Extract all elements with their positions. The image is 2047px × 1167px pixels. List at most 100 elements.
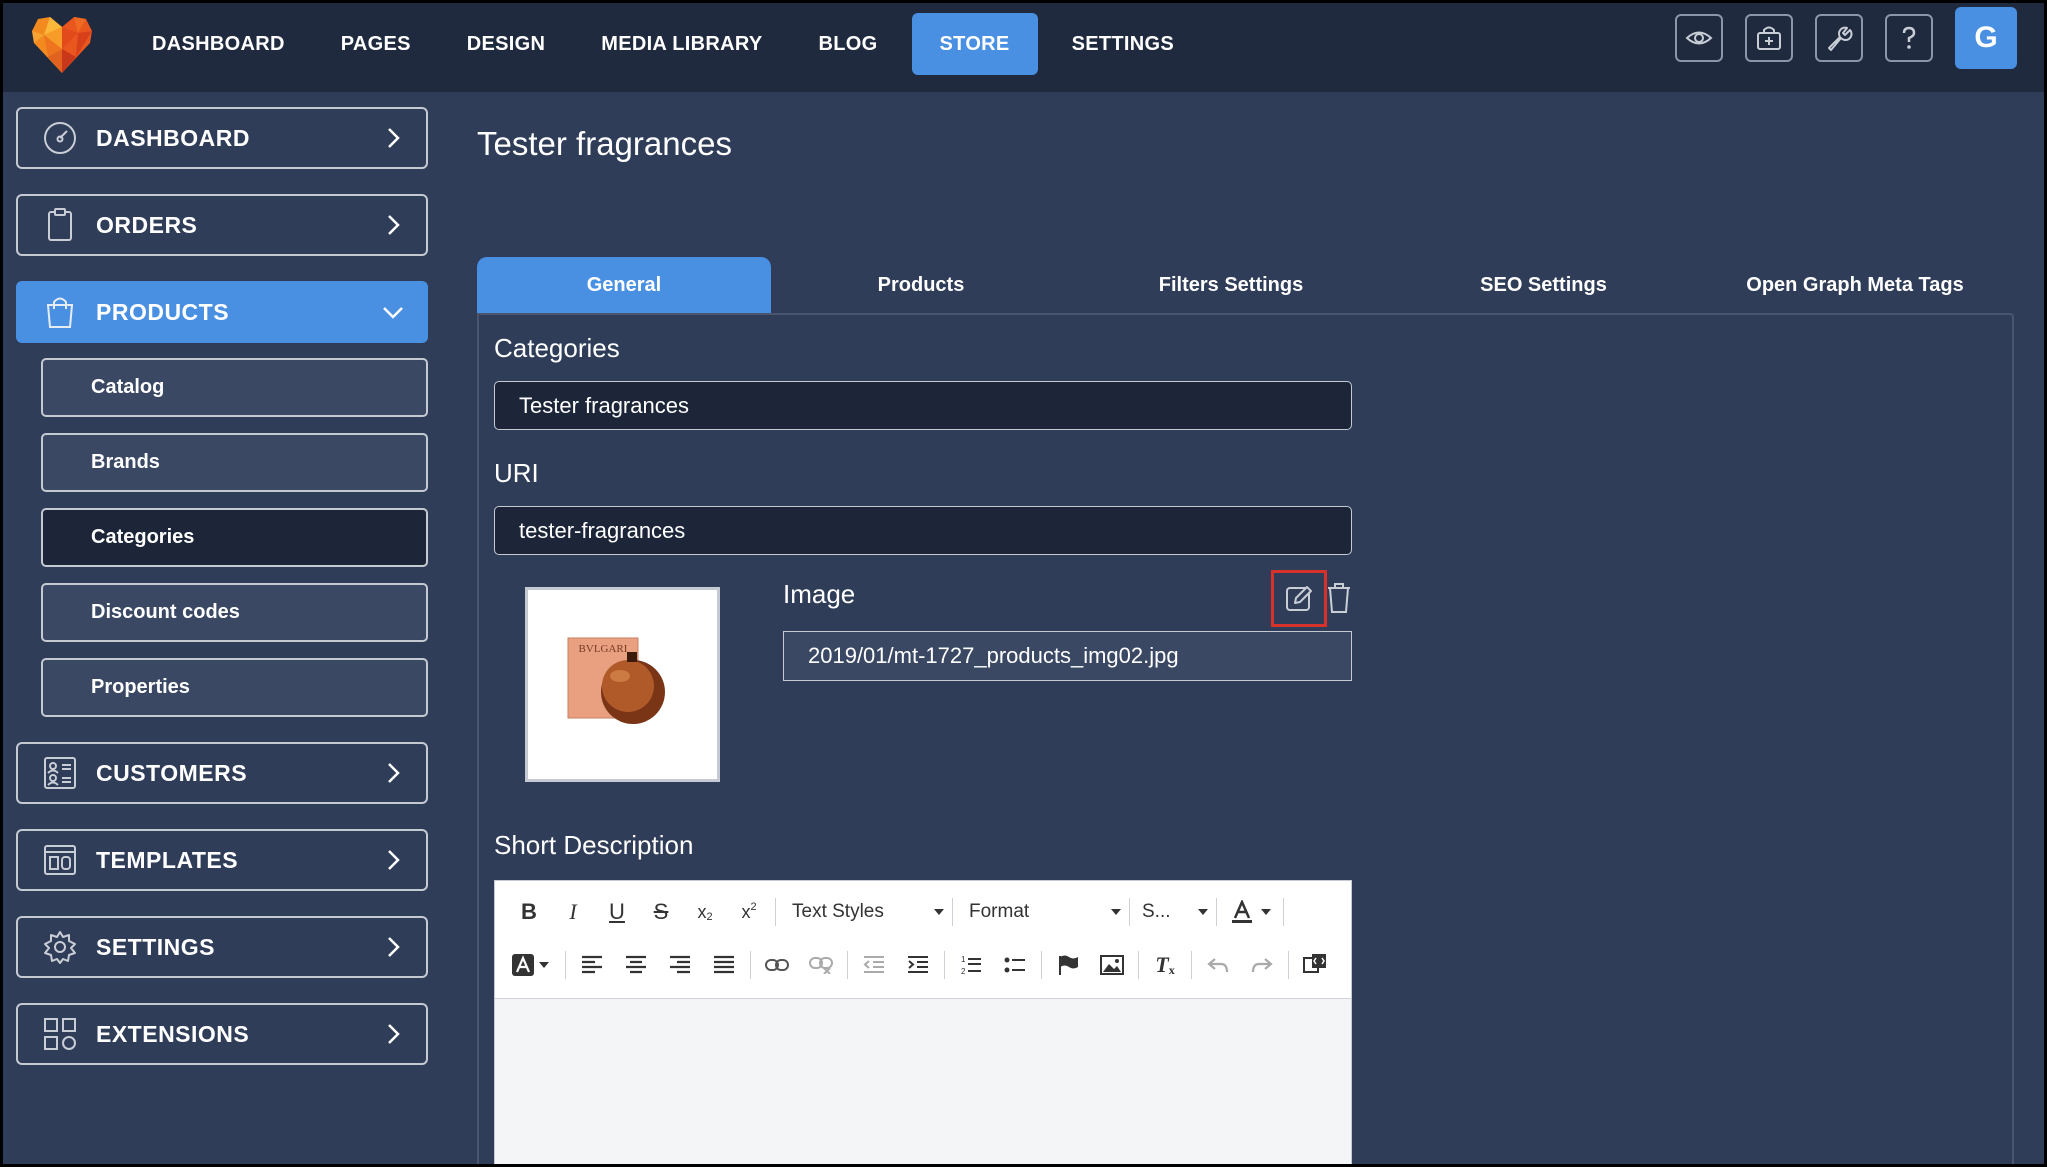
nav-store[interactable]: STORE [911,13,1038,75]
submenu-catalog[interactable]: Catalog [41,358,428,417]
trash-icon [1328,583,1350,613]
tools-button[interactable] [1815,14,1863,62]
sidebar-item-label: DASHBOARD [96,124,250,151]
source-code-icon[interactable] [1297,947,1333,983]
unlink-icon[interactable] [803,947,839,983]
image-insert-icon[interactable] [1094,947,1130,983]
tab-products[interactable]: Products [771,257,1071,314]
top-actions: G [1653,7,2017,69]
toolbar-separator [1191,951,1192,979]
text-color-dropdown[interactable] [1225,894,1275,930]
subscript-icon[interactable]: x2 [687,894,723,930]
indent-icon[interactable] [900,947,936,983]
sidebar-item-products[interactable]: PRODUCTS [16,281,428,343]
align-right-icon[interactable] [662,947,698,983]
tab-open-graph-meta-tags[interactable]: Open Graph Meta Tags [1696,257,2014,314]
caret-down-icon [1111,909,1121,915]
align-center-icon[interactable] [618,947,654,983]
nav-pages[interactable]: PAGES [319,13,433,75]
italic-icon[interactable]: I [555,894,591,930]
toolbar-separator [1138,951,1139,979]
nav-media-library[interactable]: MEDIA LIBRARY [579,13,784,75]
toolbar-row-1: B I U S x2 x2 Text Styles Format S... [511,894,1292,930]
image-path-field[interactable]: 2019/01/mt-1727_products_img02.jpg [783,631,1352,681]
toolbar-separator [1129,898,1130,926]
store-icon [1757,26,1781,50]
contacts-icon [44,757,76,789]
nav-blog[interactable]: BLOG [797,13,900,75]
perfume-product-image: BVLGARI [528,590,717,779]
toolbar-separator [847,951,848,979]
sidebar: DASHBOARD ORDERS PRODUCTS Catalog Brands… [16,107,428,1090]
template-icon [44,845,76,875]
editor-toolbar: B I U S x2 x2 Text Styles Format S... 1 … [495,881,1351,999]
editor-content-area[interactable] [495,999,1351,1167]
nav-settings[interactable]: SETTINGS [1050,13,1196,75]
background-color-dropdown[interactable] [511,947,557,983]
sidebar-item-settings[interactable]: SETTINGS [16,916,428,978]
perfume-brand-text: BVLGARI [579,643,628,655]
strikethrough-icon[interactable]: S [643,894,679,930]
chevron-down-icon [383,307,403,319]
category-image-thumbnail[interactable]: BVLGARI [525,587,720,782]
gear-icon [44,931,76,964]
sidebar-item-customers[interactable]: CUSTOMERS [16,742,428,804]
sidebar-item-templates[interactable]: TEMPLATES [16,829,428,891]
tab-filters-settings[interactable]: Filters Settings [1071,257,1391,314]
submenu-brands[interactable]: Brands [41,433,428,492]
sidebar-item-dashboard[interactable]: DASHBOARD [16,107,428,169]
edit-icon [1286,585,1312,611]
underline-icon[interactable]: U [599,894,635,930]
sidebar-item-label: EXTENSIONS [96,1020,250,1047]
store-button[interactable] [1745,14,1793,62]
help-button[interactable] [1885,14,1933,62]
sidebar-item-label: PRODUCTS [96,298,230,325]
text-styles-dropdown[interactable]: Text Styles [784,894,944,930]
bold-icon[interactable]: B [511,894,547,930]
link-icon[interactable] [759,947,795,983]
bullet-list-icon[interactable] [997,947,1033,983]
justify-icon[interactable] [706,947,742,983]
rich-text-editor: B I U S x2 x2 Text Styles Format S... 1 … [494,880,1352,1167]
wrench-icon [1828,26,1853,51]
caret-down-icon [934,909,944,915]
size-dropdown[interactable]: S... [1138,894,1208,930]
outdent-icon[interactable] [856,947,892,983]
submenu-categories[interactable]: Categories [41,508,428,567]
toolbar-separator [750,951,751,979]
preview-button[interactable] [1675,14,1723,62]
uri-input[interactable]: tester-fragrances [494,506,1352,555]
sidebar-item-label: TEMPLATES [96,846,239,873]
user-avatar[interactable]: G [1955,7,2017,69]
anchor-flag-icon[interactable] [1050,947,1086,983]
text-styles-label: Text Styles [792,901,884,922]
delete-image-button[interactable] [1325,580,1353,616]
tab-seo-settings[interactable]: SEO Settings [1391,257,1696,314]
redo-icon[interactable] [1244,947,1280,983]
short-description-label: Short Description [494,830,694,860]
numbered-list-icon[interactable]: 12 [953,947,989,983]
format-dropdown[interactable]: Format [961,894,1121,930]
undo-icon[interactable] [1200,947,1236,983]
categories-input[interactable]: Tester fragrances [494,381,1352,430]
edit-image-button[interactable] [1271,570,1327,627]
heart-logo-icon[interactable] [30,13,94,77]
align-left-icon[interactable] [574,947,610,983]
top-bar: DASHBOARD PAGES DESIGN MEDIA LIBRARY BLO… [0,0,2047,92]
tab-general[interactable]: General [477,257,771,314]
nav-dashboard[interactable]: DASHBOARD [130,13,307,75]
image-label: Image [783,579,856,609]
sidebar-item-extensions[interactable]: EXTENSIONS [16,1003,428,1065]
chevron-right-icon [388,763,400,783]
caret-down-icon [1261,909,1271,915]
toolbar-separator [1288,951,1289,979]
clear-formatting-icon[interactable]: Tx [1147,947,1183,983]
superscript-icon[interactable]: x2 [731,894,767,930]
submenu-discount-codes[interactable]: Discount codes [41,583,428,642]
chevron-right-icon [388,215,400,235]
background-color-icon [512,954,534,976]
nav-design[interactable]: DESIGN [445,13,567,75]
submenu-properties[interactable]: Properties [41,658,428,717]
tab-bar: General Products Filters Settings SEO Se… [477,257,2014,314]
sidebar-item-orders[interactable]: ORDERS [16,194,428,256]
